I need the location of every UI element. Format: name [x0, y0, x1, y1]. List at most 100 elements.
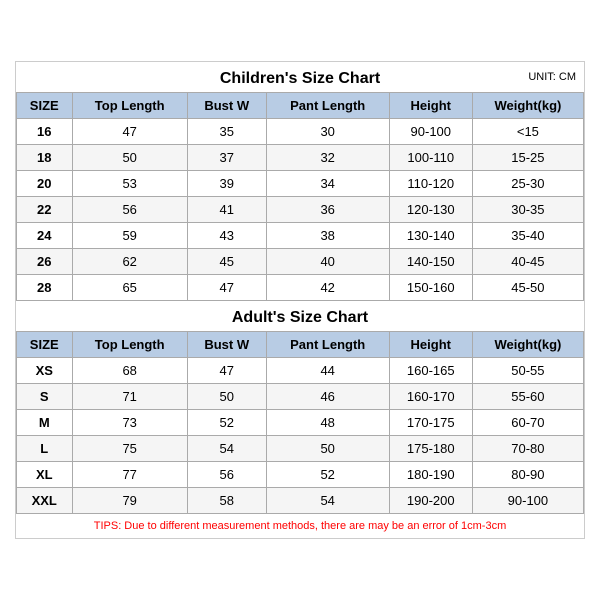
table-cell: 54 — [266, 488, 389, 514]
table-cell: 35-40 — [472, 223, 583, 249]
adult-col-size: SIZE — [17, 332, 73, 358]
table-cell: 53 — [72, 171, 187, 197]
table-row: S715046160-17055-60 — [17, 384, 584, 410]
table-row: 22564136120-13030-35 — [17, 197, 584, 223]
table-row: XS684744160-16550-55 — [17, 358, 584, 384]
table-cell: 20 — [17, 171, 73, 197]
table-cell: 56 — [72, 197, 187, 223]
table-cell: 15-25 — [472, 145, 583, 171]
table-cell: 40-45 — [472, 249, 583, 275]
table-cell: 90-100 — [472, 488, 583, 514]
table-cell: 45-50 — [472, 275, 583, 301]
table-cell: 25-30 — [472, 171, 583, 197]
table-cell: 70-80 — [472, 436, 583, 462]
children-section-title: Children's Size Chart UNIT: CM — [16, 62, 584, 92]
table-cell: 120-130 — [389, 197, 472, 223]
table-cell: 48 — [266, 410, 389, 436]
table-cell: 110-120 — [389, 171, 472, 197]
table-cell: <15 — [472, 119, 583, 145]
table-cell: 160-170 — [389, 384, 472, 410]
table-row: 1647353090-100<15 — [17, 119, 584, 145]
table-cell: 50-55 — [472, 358, 583, 384]
table-cell: 160-165 — [389, 358, 472, 384]
size-chart-container: Children's Size Chart UNIT: CM SIZE Top … — [15, 61, 585, 539]
adult-col-top-length: Top Length — [72, 332, 187, 358]
table-cell: 140-150 — [389, 249, 472, 275]
table-cell: 44 — [266, 358, 389, 384]
table-cell: 62 — [72, 249, 187, 275]
table-cell: 30 — [266, 119, 389, 145]
table-cell: 41 — [187, 197, 266, 223]
table-cell: 24 — [17, 223, 73, 249]
table-cell: 65 — [72, 275, 187, 301]
table-cell: 42 — [266, 275, 389, 301]
table-row: 18503732100-11015-25 — [17, 145, 584, 171]
table-cell: 35 — [187, 119, 266, 145]
table-row: 28654742150-16045-50 — [17, 275, 584, 301]
table-cell: 45 — [187, 249, 266, 275]
table-cell: S — [17, 384, 73, 410]
table-cell: 40 — [266, 249, 389, 275]
table-cell: 71 — [72, 384, 187, 410]
table-row: XXL795854190-20090-100 — [17, 488, 584, 514]
adult-header-row: SIZE Top Length Bust W Pant Length Heigh… — [17, 332, 584, 358]
table-cell: 68 — [72, 358, 187, 384]
table-cell: M — [17, 410, 73, 436]
children-title-text: Children's Size Chart — [220, 70, 380, 87]
table-cell: 38 — [266, 223, 389, 249]
tips-text: TIPS: Due to different measurement metho… — [16, 514, 584, 538]
adult-section-title: Adult's Size Chart — [16, 301, 584, 331]
table-cell: 16 — [17, 119, 73, 145]
table-cell: 47 — [187, 358, 266, 384]
table-cell: 26 — [17, 249, 73, 275]
table-cell: 50 — [187, 384, 266, 410]
table-cell: 28 — [17, 275, 73, 301]
adult-size-table: SIZE Top Length Bust W Pant Length Heigh… — [16, 331, 584, 514]
col-height: Height — [389, 93, 472, 119]
table-row: 24594338130-14035-40 — [17, 223, 584, 249]
table-cell: 36 — [266, 197, 389, 223]
table-cell: 47 — [72, 119, 187, 145]
table-cell: 59 — [72, 223, 187, 249]
table-cell: 43 — [187, 223, 266, 249]
table-cell: 55-60 — [472, 384, 583, 410]
table-cell: 75 — [72, 436, 187, 462]
table-cell: 32 — [266, 145, 389, 171]
table-cell: 150-160 — [389, 275, 472, 301]
table-cell: XXL — [17, 488, 73, 514]
table-cell: 175-180 — [389, 436, 472, 462]
table-cell: XL — [17, 462, 73, 488]
table-row: M735248170-17560-70 — [17, 410, 584, 436]
table-cell: 37 — [187, 145, 266, 171]
table-cell: 39 — [187, 171, 266, 197]
table-cell: 79 — [72, 488, 187, 514]
table-cell: 90-100 — [389, 119, 472, 145]
col-weight: Weight(kg) — [472, 93, 583, 119]
table-cell: 130-140 — [389, 223, 472, 249]
table-cell: 73 — [72, 410, 187, 436]
table-cell: 190-200 — [389, 488, 472, 514]
table-cell: 52 — [266, 462, 389, 488]
table-cell: 58 — [187, 488, 266, 514]
table-cell: 52 — [187, 410, 266, 436]
table-cell: 34 — [266, 171, 389, 197]
adult-col-bust-w: Bust W — [187, 332, 266, 358]
table-cell: 50 — [72, 145, 187, 171]
adult-col-weight: Weight(kg) — [472, 332, 583, 358]
table-row: 26624540140-15040-45 — [17, 249, 584, 275]
table-cell: 170-175 — [389, 410, 472, 436]
table-cell: 54 — [187, 436, 266, 462]
table-cell: 47 — [187, 275, 266, 301]
unit-label: UNIT: CM — [528, 71, 576, 83]
table-row: XL775652180-19080-90 — [17, 462, 584, 488]
table-cell: XS — [17, 358, 73, 384]
table-cell: 180-190 — [389, 462, 472, 488]
adult-col-height: Height — [389, 332, 472, 358]
table-row: 20533934110-12025-30 — [17, 171, 584, 197]
col-pant-length: Pant Length — [266, 93, 389, 119]
table-cell: 100-110 — [389, 145, 472, 171]
table-cell: 60-70 — [472, 410, 583, 436]
table-cell: L — [17, 436, 73, 462]
col-size: SIZE — [17, 93, 73, 119]
table-cell: 22 — [17, 197, 73, 223]
